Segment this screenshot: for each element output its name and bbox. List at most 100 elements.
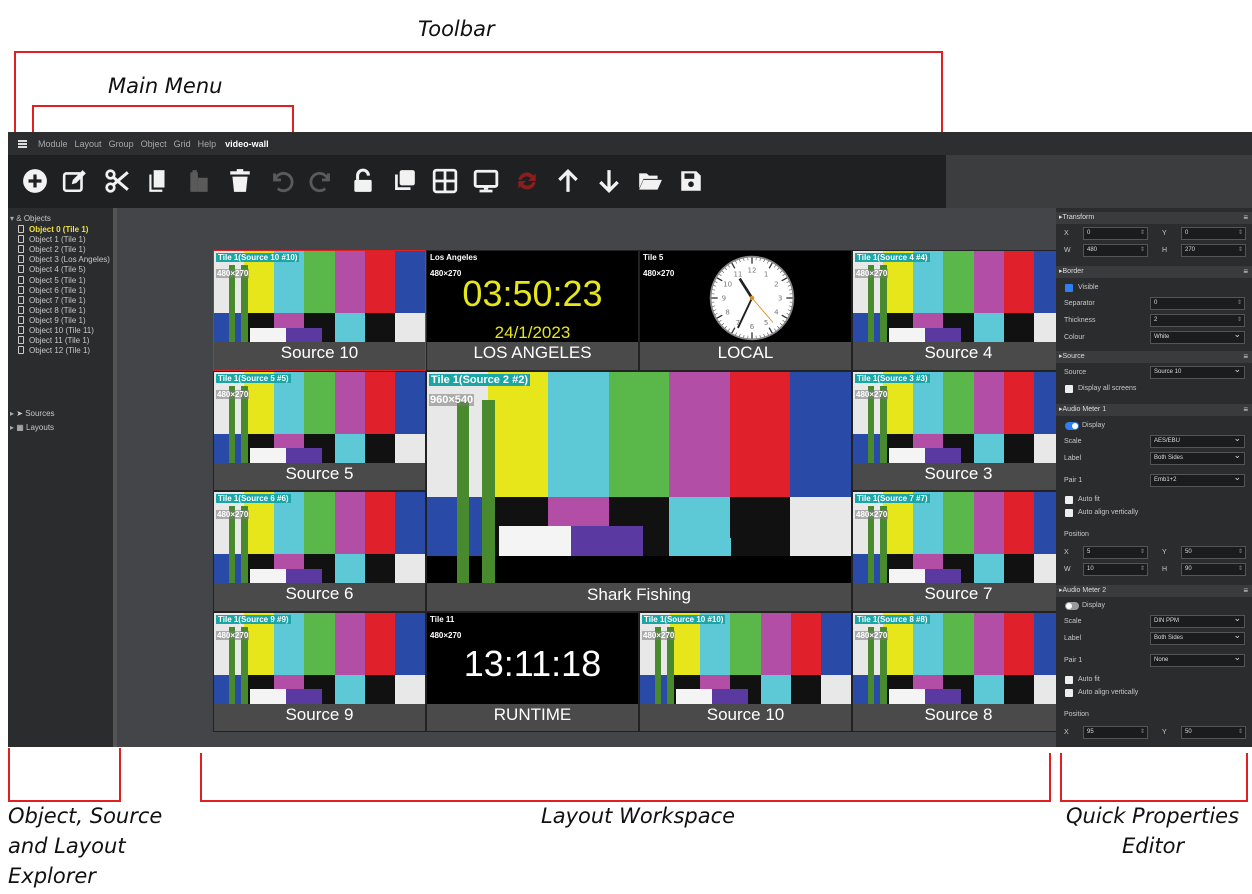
color-bar bbox=[973, 371, 1005, 434]
tile[interactable]: Tile 1(Source 2 #2) 960×540 Shark Fishing bbox=[426, 370, 852, 612]
object-list-item[interactable]: Object 11 (Tile 1) bbox=[18, 336, 89, 346]
lower-bar bbox=[334, 674, 366, 704]
monitor-icon[interactable] bbox=[473, 168, 499, 194]
meter2-scale-select[interactable]: DIN PPM bbox=[1150, 613, 1245, 628]
unlock-icon[interactable] bbox=[350, 168, 376, 194]
object-label: Object 8 (Tile 1) bbox=[29, 305, 86, 315]
hamburger-icon[interactable]: ≡ bbox=[1243, 212, 1248, 224]
menu-item-grid[interactable]: Grid bbox=[174, 139, 191, 149]
hamburger-icon[interactable]: ≡ bbox=[1243, 266, 1248, 278]
tile[interactable]: Tile 1(Source 8 #8) 480×270 Source 8 bbox=[852, 611, 1065, 732]
y-field[interactable]: 0 bbox=[1181, 227, 1246, 240]
open-folder-icon[interactable] bbox=[637, 168, 663, 194]
object-list-item[interactable]: Object 8 (Tile 1) bbox=[18, 305, 86, 316]
border-visible-checkbox[interactable] bbox=[1065, 284, 1073, 292]
border-section-header[interactable]: ▸Border ≡ bbox=[1056, 266, 1252, 278]
menu-item-help[interactable]: Help bbox=[198, 139, 217, 149]
meter1-auto-align-label: Auto align vertically bbox=[1078, 509, 1139, 516]
meter2-auto-fit-checkbox[interactable] bbox=[1065, 676, 1073, 684]
move-down-icon[interactable] bbox=[596, 168, 622, 194]
tile[interactable]: Tile 1(Source 3 #3) 480×270 Source 3 bbox=[852, 370, 1065, 491]
object-list-item[interactable]: Object 7 (Tile 1) bbox=[18, 295, 86, 306]
display-all-screens-checkbox[interactable] bbox=[1065, 385, 1073, 393]
thickness-field[interactable]: 2 bbox=[1150, 314, 1245, 327]
color-bar bbox=[790, 612, 822, 675]
edit-icon[interactable] bbox=[62, 168, 88, 194]
meter2-label-select[interactable]: Both Sides bbox=[1150, 630, 1245, 645]
menu-item-module[interactable]: Module bbox=[38, 139, 68, 149]
save-icon[interactable] bbox=[678, 168, 704, 194]
tile-label: Source 10 bbox=[640, 703, 851, 731]
object-list-item[interactable]: Object 10 (Tile 11) bbox=[18, 326, 94, 336]
height-field[interactable]: 90 bbox=[1181, 563, 1246, 576]
object-list-item[interactable]: Object 9 (Tile 1) bbox=[18, 315, 86, 326]
tile-label: Source 8 bbox=[853, 703, 1064, 731]
cut-icon[interactable] bbox=[104, 168, 130, 194]
tile[interactable]: Tile 1(Source 10 #10) 480×270 Source 10 bbox=[639, 611, 852, 732]
add-icon[interactable] bbox=[22, 168, 48, 194]
audio-meter-1-section-header[interactable]: ▸Audio Meter 1 ≡ bbox=[1056, 404, 1252, 416]
tile[interactable]: Tile 1(Source 7 #7) 480×270 Source 7 bbox=[852, 491, 1065, 612]
menu-item-object[interactable]: Object bbox=[141, 139, 167, 149]
source-select[interactable]: Source 10 bbox=[1150, 364, 1245, 379]
hamburger-icon[interactable]: ≡ bbox=[1243, 404, 1248, 416]
object-list-item[interactable]: Object 0 (Tile 1) bbox=[18, 225, 88, 235]
object-list-item[interactable]: Object 4 (Tile 5) bbox=[18, 265, 86, 275]
object-list-item[interactable]: Object 5 (Tile 1) bbox=[18, 275, 86, 286]
menu-item-layout[interactable]: Layout bbox=[75, 139, 102, 149]
layouts-tree-node[interactable]: ▸ ▦ Layouts bbox=[10, 423, 54, 433]
object-list-item[interactable]: Object 3 (Los Angeles) bbox=[18, 255, 110, 265]
tile[interactable]: Tile 11 480×270 13:11:18 RUNTIME bbox=[426, 611, 639, 732]
bottom-block-purple bbox=[285, 448, 322, 463]
object-list-item[interactable]: Object 2 (Tile 1) bbox=[18, 245, 86, 255]
hamburger-icon[interactable]: ≡ bbox=[1243, 351, 1248, 363]
meter1-scale-select[interactable]: AES/EBU bbox=[1150, 433, 1245, 448]
tile-resolution: 480×270 bbox=[855, 269, 889, 278]
source-section-header[interactable]: ▸Source ≡ bbox=[1056, 351, 1252, 363]
tile[interactable]: Tile 1(Source 10 #10) 480×270 Source 10 bbox=[213, 250, 426, 371]
workspace-bracket-bottom bbox=[200, 800, 1051, 802]
colour-select[interactable]: White bbox=[1150, 329, 1245, 344]
meter1-auto-fit-checkbox[interactable] bbox=[1065, 496, 1073, 504]
svg-text:2: 2 bbox=[774, 280, 778, 289]
menu-item-group[interactable]: Group bbox=[109, 139, 134, 149]
color-bar bbox=[1003, 371, 1035, 434]
move-up-icon[interactable] bbox=[555, 168, 581, 194]
grid-icon[interactable] bbox=[432, 168, 458, 194]
transform-section-header[interactable]: ▸Transform ≡ bbox=[1056, 212, 1252, 224]
y-field[interactable]: 50 bbox=[1181, 546, 1246, 559]
separator-field[interactable]: 0 bbox=[1150, 297, 1245, 310]
tile[interactable]: Tile 1(Source 6 #6) 480×270 Source 6 bbox=[213, 491, 426, 612]
sources-tree-node[interactable]: ▸ ➤ Sources bbox=[10, 409, 55, 419]
meter2-auto-align-checkbox[interactable] bbox=[1065, 689, 1073, 697]
delete-icon[interactable] bbox=[227, 168, 253, 194]
color-bar bbox=[394, 251, 425, 314]
meter1-pair-select[interactable]: Emb1+2 bbox=[1150, 472, 1245, 487]
audio-meter-2-section-header[interactable]: ▸Audio Meter 2 ≡ bbox=[1056, 585, 1252, 597]
x-field[interactable]: 0 bbox=[1083, 227, 1148, 240]
duplicate-icon[interactable] bbox=[391, 168, 417, 194]
tile[interactable]: Tile 5 480×270 1 2 3 4 5 6 7 8 9 10 11 12 LOCAL bbox=[639, 250, 852, 371]
tile[interactable]: Los Angeles 480×270 03:50:23 24/1/2023 LOS A… bbox=[426, 250, 639, 371]
y-field[interactable]: 50 bbox=[1181, 726, 1246, 739]
x-field[interactable]: 5 bbox=[1083, 546, 1148, 559]
tile[interactable]: Tile 1(Source 5 #5) 480×270 Source 5 bbox=[213, 370, 426, 491]
tile[interactable]: Tile 1(Source 4 #4) 480×270 Source 4 bbox=[852, 250, 1065, 371]
menu-bracket-top bbox=[32, 105, 294, 107]
hamburger-icon[interactable] bbox=[18, 139, 27, 148]
explorer-bracket-left bbox=[8, 748, 10, 802]
meter1-auto-align-checkbox[interactable] bbox=[1065, 509, 1073, 517]
object-list-item[interactable]: Object 12 (Tile 1) bbox=[18, 346, 90, 356]
copy-icon[interactable] bbox=[145, 168, 171, 194]
object-list-item[interactable]: Object 1 (Tile 1) bbox=[18, 235, 86, 245]
height-field[interactable]: 270 bbox=[1181, 244, 1246, 257]
width-field[interactable]: 480 bbox=[1083, 244, 1148, 257]
objects-tree-node[interactable]: ▾ & Objects bbox=[10, 214, 51, 224]
hamburger-icon[interactable]: ≡ bbox=[1243, 585, 1248, 597]
object-list-item[interactable]: Object 6 (Tile 1) bbox=[18, 285, 86, 296]
meter1-label-select[interactable]: Both Sides bbox=[1150, 450, 1245, 465]
meter2-pair-select[interactable]: None bbox=[1150, 652, 1245, 667]
tile[interactable]: Tile 1(Source 9 #9) 480×270 Source 9 bbox=[213, 611, 426, 732]
x-field[interactable]: 95 bbox=[1083, 726, 1148, 739]
width-field[interactable]: 10 bbox=[1083, 563, 1148, 576]
